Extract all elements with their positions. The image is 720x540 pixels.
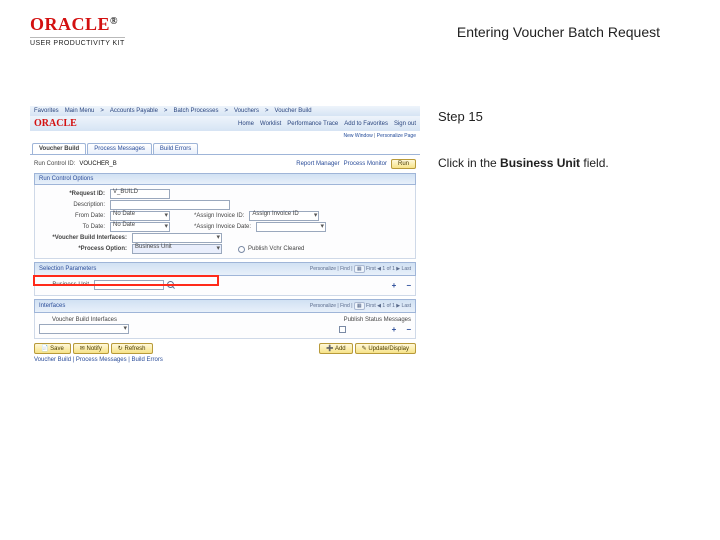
oracle-brand: ORACLE® USER PRODUCTIVITY KIT [30,14,125,47]
footer-crumbs: Voucher Build | Process Messages | Build… [34,357,416,363]
crumb[interactable]: Batch Processes [173,108,218,114]
breadcrumb: Favorites Main Menu> Accounts Payable> B… [30,106,420,116]
description-label: Description: [39,202,107,208]
personalize-link[interactable]: Personalize Page [377,133,416,139]
page-tabs: Voucher Build Process Messages Build Err… [32,143,418,154]
brand-subtitle: USER PRODUCTIVITY KIT [30,37,125,47]
topmenu-item[interactable]: Performance Trace [287,121,338,127]
run-control-line: Run Control ID: VOUCHER_B Report Manager… [34,159,416,169]
highlight-business-unit [33,275,219,286]
publish-msg-check[interactable] [339,326,346,333]
from-date-select[interactable]: No Date [110,211,170,221]
tab-voucher-build[interactable]: Voucher Build [32,143,86,154]
publish-cleared-radio[interactable] [238,246,245,253]
int-body: Voucher Build Interfaces Publish Status … [34,313,416,339]
view-icon[interactable]: ▦ [354,302,365,310]
description-input[interactable] [110,200,230,210]
int-title: Interfaces [39,303,65,309]
rco-title: Run Control Options [39,176,93,182]
step-label: Step 15 [438,109,483,124]
publish-cleared-label: Publish Vchr Cleared [248,246,304,252]
tab-panel: Run Control ID: VOUCHER_B Report Manager… [30,154,420,367]
instruction-pre: Click in the [438,156,500,170]
int-gridbar: Personalize | Find | ▦ First ◀ 1 of 1 ▶ … [310,302,411,310]
sel-body: Business Unit + − [34,276,416,296]
assign-date-label: *Assign Invoice Date: [194,224,253,230]
crumb[interactable]: Favorites [34,108,59,114]
instruction-bold: Business Unit [500,156,580,170]
crumb[interactable]: Vouchers [234,108,259,114]
refresh-button[interactable]: ↻ Refresh [111,343,153,354]
user-links: New Window | Personalize Page [30,131,420,143]
vbi-body-select[interactable] [39,324,129,334]
vbi-select[interactable] [132,233,222,243]
request-id-label: *Request ID: [39,191,107,197]
report-manager-link[interactable]: Report Manager [296,161,339,167]
rco-body: *Request ID: V_BUILD Description: From D… [34,185,416,259]
save-button[interactable]: 📄 Save [34,343,71,354]
topmenu-item[interactable]: Home [238,121,254,127]
to-date-select[interactable]: No Date [110,222,170,232]
app-screenshot: Favorites Main Menu> Accounts Payable> B… [30,106,420,367]
brand-flag: ® [110,16,118,27]
request-id-input[interactable]: V_BUILD [110,189,170,199]
update-button[interactable]: ✎ Update/Display [355,343,416,354]
new-window-link[interactable]: New Window [344,133,373,139]
run-control-label: Run Control ID: [34,161,75,167]
step-instruction: Click in the Business Unit field. [438,156,609,170]
process-monitor-link[interactable]: Process Monitor [344,161,387,167]
instruction-post: field. [580,156,609,170]
int-header: Interfaces Personalize | Find | ▦ First … [34,299,416,313]
assign-date-select[interactable] [256,222,326,232]
process-option-label: *Process Option: [39,246,129,252]
topmenu-item[interactable]: Worklist [260,121,281,127]
view-icon[interactable]: ▦ [354,265,365,273]
assign-inv-select[interactable]: Assign Invoice ID [249,211,319,221]
tab-process-messages[interactable]: Process Messages [87,143,152,154]
sel-header: Selection Parameters Personalize | Find … [34,262,416,276]
sel-title: Selection Parameters [39,266,96,272]
rco-header: Run Control Options [34,173,416,185]
vbi-label: *Voucher Build Interfaces: [39,235,129,241]
topmenu-item[interactable]: Sign out [394,121,416,127]
remove-row-icon[interactable]: − [406,325,411,334]
to-date-label: To Date: [39,224,107,230]
crumb[interactable]: Main Menu [65,108,95,114]
add-button[interactable]: ➕ Add [319,343,353,354]
page-title: Entering Voucher Batch Request [457,24,660,40]
sel-gridbar: Personalize | Find | ▦ First ◀ 1 of 1 ▶ … [310,265,411,273]
brand-name: ORACLE [30,14,110,34]
footer-buttons: 📄 Save ✉ Notify ↻ Refresh ➕ Add ✎ Update… [34,343,416,354]
process-option-select[interactable]: Business Unit [132,244,222,254]
add-row-icon[interactable]: + [392,281,397,290]
topmenu-item[interactable]: Add to Favorites [344,121,388,127]
crumb[interactable]: Accounts Payable [110,108,158,114]
oracle-logo: ORACLE® [30,14,125,35]
crumb[interactable]: Voucher Build [275,108,312,114]
tab-build-errors[interactable]: Build Errors [153,143,198,154]
publish-msg-label: Publish Status Messages [344,317,411,323]
from-date-label: From Date: [39,213,107,219]
app-header: ORACLE Home Worklist Performance Trace A… [30,116,420,131]
run-control-value: VOUCHER_B [79,161,116,167]
notify-button[interactable]: ✉ Notify [73,343,109,354]
run-button[interactable]: Run [391,159,416,169]
assign-inv-label: *Assign Invoice ID: [194,213,246,219]
add-row-icon[interactable]: + [392,325,397,334]
remove-row-icon[interactable]: − [406,281,411,290]
app-logo: ORACLE [34,118,77,129]
vbi-body-label: Voucher Build Interfaces [39,317,119,323]
